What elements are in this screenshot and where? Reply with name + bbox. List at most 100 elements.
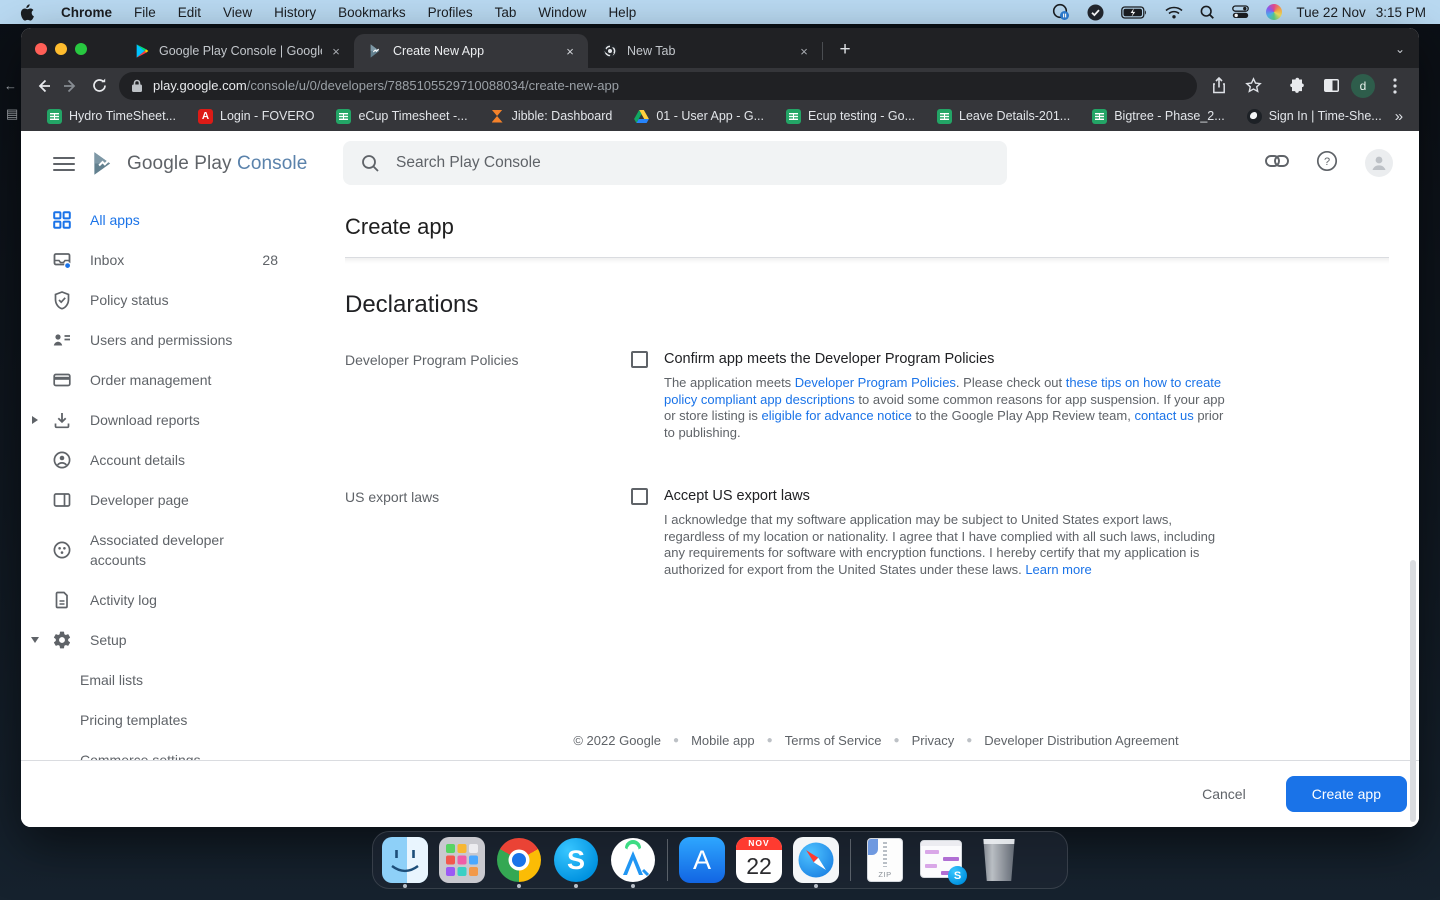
close-window-button[interactable] — [35, 43, 47, 55]
address-bar[interactable]: play.google.com/console/u/0/developers/7… — [119, 72, 1197, 100]
sidebar-item-setup[interactable]: Setup — [21, 620, 333, 660]
tab-create-new-app[interactable]: Create New App × — [354, 34, 588, 68]
battery-charging-icon[interactable] — [1121, 6, 1148, 19]
forward-button[interactable] — [57, 72, 85, 100]
dock-calendar[interactable]: NOV22 — [736, 837, 782, 883]
menu-history[interactable]: History — [263, 5, 327, 20]
menubar-app-name[interactable]: Chrome — [50, 5, 123, 20]
bookmark-item[interactable]: Ecup testing - Go... — [777, 106, 924, 127]
menubar-clock[interactable]: Tue 22 Nov3:15 PM — [1296, 5, 1426, 20]
vertical-scrollbar[interactable] — [1410, 560, 1416, 822]
help-icon[interactable]: ? — [1316, 150, 1338, 177]
bookmark-item[interactable]: Sign In | Time-She... — [1238, 106, 1391, 127]
siri-icon[interactable] — [1266, 4, 1282, 20]
bookmark-item[interactable]: Bigtree - Phase_2... — [1083, 106, 1233, 127]
sheets-icon — [47, 109, 62, 124]
dock-chrome[interactable] — [496, 837, 542, 883]
reload-button[interactable] — [85, 72, 113, 100]
sidebar-item-pricing-templates[interactable]: Pricing templates — [21, 700, 333, 740]
new-tab-button[interactable]: + — [831, 36, 859, 64]
play-console-logo[interactable]: Google Play Console — [91, 150, 307, 177]
back-button[interactable] — [29, 72, 57, 100]
cancel-button[interactable]: Cancel — [1192, 778, 1256, 810]
side-panel-icon[interactable] — [1317, 72, 1345, 100]
collapse-caret-icon[interactable] — [31, 637, 39, 643]
menu-view[interactable]: View — [212, 5, 263, 20]
bookmarks-overflow-chevron[interactable]: » — [1395, 108, 1409, 125]
menu-tab[interactable]: Tab — [484, 5, 528, 20]
dock-finder[interactable] — [382, 837, 428, 883]
sidebar-item-order-management[interactable]: Order management — [21, 360, 333, 400]
footer-link-mobile-app[interactable]: Mobile app — [684, 733, 762, 748]
expand-caret-icon[interactable] — [32, 416, 38, 424]
bookmark-item[interactable]: Jibble: Dashboard — [481, 106, 622, 127]
tab-google-play-console[interactable]: Google Play Console | Google P × — [120, 34, 354, 68]
menu-profiles[interactable]: Profiles — [417, 5, 484, 20]
bookmark-item[interactable]: Leave Details-201... — [928, 106, 1079, 127]
declaration-body: The application meets Developer Program … — [664, 375, 1230, 441]
footer-link-dda[interactable]: Developer Distribution Agreement — [977, 733, 1185, 748]
extensions-puzzle-icon[interactable] — [1283, 72, 1311, 100]
link-icon[interactable] — [1265, 154, 1289, 173]
developer-program-policies-checkbox[interactable] — [631, 351, 648, 368]
checkmark-status-icon[interactable] — [1087, 4, 1104, 21]
dock-skype[interactable]: S — [553, 837, 599, 883]
create-app-button[interactable]: Create app — [1286, 776, 1407, 812]
browser-profile-avatar[interactable]: d — [1351, 74, 1375, 98]
inline-link[interactable]: Developer Program Policies — [795, 375, 956, 390]
close-tab-icon[interactable]: × — [328, 43, 344, 59]
sidebar-item-policy-status[interactable]: Policy status — [21, 280, 333, 320]
footer-link-terms[interactable]: Terms of Service — [778, 733, 889, 748]
dock-launchpad[interactable] — [439, 837, 485, 883]
dock-minimized-window[interactable]: S — [919, 837, 965, 883]
menu-edit[interactable]: Edit — [167, 5, 212, 20]
hamburger-menu-icon[interactable] — [53, 153, 75, 175]
minimize-window-button[interactable] — [55, 43, 67, 55]
bookmark-star-icon[interactable] — [1239, 72, 1267, 100]
account-avatar[interactable] — [1365, 149, 1393, 177]
sidebar-item-users-permissions[interactable]: Users and permissions — [21, 320, 333, 360]
menu-help[interactable]: Help — [597, 5, 647, 20]
close-tab-icon[interactable]: × — [562, 43, 578, 59]
lock-icon[interactable] — [131, 79, 143, 93]
footer-link-privacy[interactable]: Privacy — [905, 733, 962, 748]
zoom-window-button[interactable] — [75, 43, 87, 55]
menu-window[interactable]: Window — [527, 5, 597, 20]
dock-zip-file[interactable]: ZIP — [862, 837, 908, 883]
bookmark-item[interactable]: eCup Timesheet -... — [327, 106, 476, 127]
share-icon[interactable] — [1205, 72, 1233, 100]
tab-search-chevron-icon[interactable]: ⌄ — [1395, 42, 1405, 56]
inline-link[interactable]: Learn more — [1025, 562, 1091, 577]
sheets-icon — [1092, 109, 1107, 124]
bookmark-item[interactable]: ALogin - FOVERO — [189, 106, 323, 127]
apple-logo-icon[interactable] — [20, 4, 34, 20]
dock-trash[interactable] — [976, 837, 1022, 883]
menu-bookmarks[interactable]: Bookmarks — [327, 5, 417, 20]
screen-recording-icon[interactable] — [1052, 3, 1070, 21]
close-tab-icon[interactable]: × — [796, 43, 812, 59]
sidebar-item-inbox[interactable]: Inbox 28 — [21, 240, 333, 280]
bookmark-item[interactable]: 01 - User App - G... — [625, 106, 773, 127]
dock-safari[interactable] — [793, 837, 839, 883]
sidebar-item-email-lists[interactable]: Email lists — [21, 660, 333, 700]
inline-link[interactable]: eligible for advance notice — [762, 408, 912, 423]
sidebar-item-developer-page[interactable]: Developer page — [21, 480, 333, 520]
sidebar-item-account-details[interactable]: Account details — [21, 440, 333, 480]
us-export-laws-checkbox[interactable] — [631, 488, 648, 505]
kebab-menu-icon[interactable] — [1381, 72, 1409, 100]
sidebar-item-associated-accounts[interactable]: Associated developer accounts — [21, 520, 333, 580]
wifi-icon[interactable] — [1165, 6, 1183, 19]
console-search-input[interactable]: Search Play Console — [343, 141, 1007, 185]
dock-app-store[interactable]: A — [679, 837, 725, 883]
menu-file[interactable]: File — [123, 5, 167, 20]
sidebar-item-download-reports[interactable]: Download reports — [21, 400, 333, 440]
sidebar-item-clipped[interactable]: Commerce settings — [21, 740, 333, 760]
dock-android-studio[interactable] — [610, 837, 656, 883]
tab-new-tab[interactable]: New Tab × — [588, 34, 822, 68]
spotlight-search-icon[interactable] — [1200, 5, 1215, 20]
inline-link[interactable]: contact us — [1134, 408, 1193, 423]
bookmark-item[interactable]: Hydro TimeSheet... — [38, 106, 185, 127]
control-center-icon[interactable] — [1232, 5, 1249, 19]
sidebar-item-all-apps[interactable]: All apps — [21, 200, 333, 240]
sidebar-item-activity-log[interactable]: Activity log — [21, 580, 333, 620]
